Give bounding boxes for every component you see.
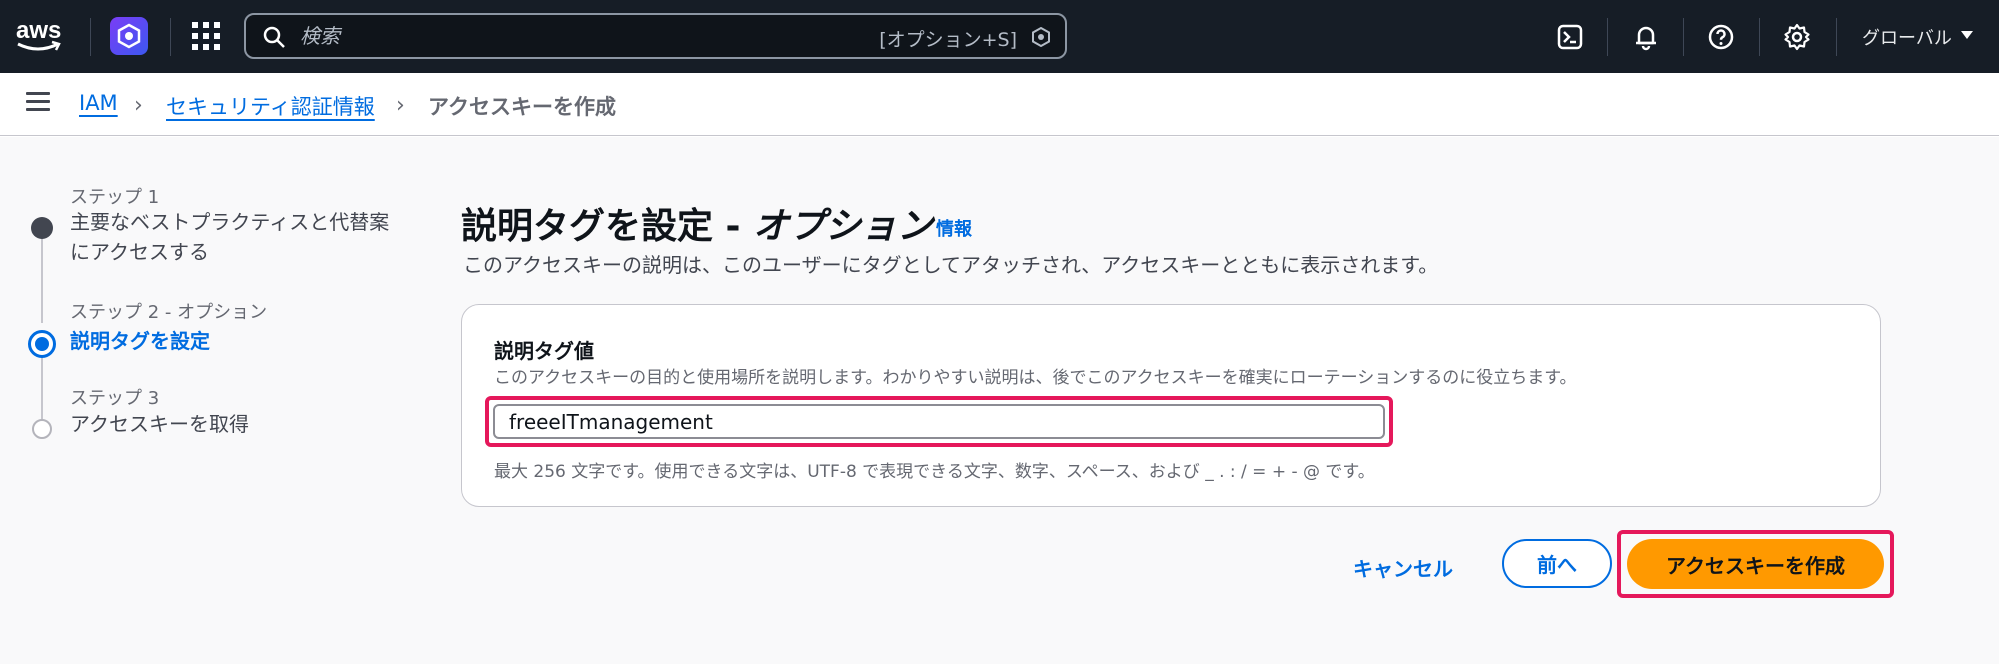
breadcrumb-iam[interactable]: IAM (79, 91, 118, 115)
previous-button[interactable]: 前へ (1502, 539, 1612, 588)
service-icon[interactable] (110, 17, 148, 55)
page-title-optional: オプション (753, 206, 934, 247)
menu-icon[interactable] (26, 92, 50, 112)
bell-icon[interactable] (1631, 22, 1661, 52)
step-1-title-line: 主要なベストプラクティスと代替案 (70, 210, 390, 234)
nav-divider (1607, 18, 1608, 56)
step-connector (41, 229, 43, 323)
step-3-number: ステップ 3 (70, 388, 160, 409)
step-active-dot (28, 330, 56, 358)
chevron-right-icon: › (134, 93, 143, 118)
step-completed-dot (31, 217, 53, 239)
main-content: ステップ 1 主要なベストプラクティスと代替案 にアクセスする ステップ 2 -… (0, 137, 1999, 664)
page-title-text: 説明タグを設定 - (461, 206, 754, 247)
nav-divider (1683, 18, 1684, 56)
step-2-title: 説明タグを設定 (70, 329, 210, 353)
aws-logo[interactable]: aws (14, 14, 66, 58)
description-tag-card: 説明タグ値 このアクセスキーの目的と使用場所を説明します。わかりやすい説明は、後… (461, 304, 1881, 507)
global-search[interactable]: [オプション+S] (244, 13, 1067, 59)
search-icon (263, 26, 285, 48)
help-icon[interactable] (1706, 22, 1736, 52)
gear-icon[interactable] (1782, 22, 1812, 52)
hexagon-icon (1032, 27, 1050, 47)
step-3-title: アクセスキーを取得 (70, 412, 249, 436)
info-link[interactable]: 情報 (936, 215, 972, 241)
step-1-title-line: にアクセスする (70, 240, 209, 264)
breadcrumb-security-credentials[interactable]: セキュリティ認証情報 (166, 91, 375, 121)
search-shortcut-hint: [オプション+S] (879, 29, 1017, 51)
nav-divider (1759, 18, 1760, 56)
page-title: 説明タグを設定 - オプション (461, 197, 933, 249)
breadcrumb-current: アクセスキーを作成 (428, 95, 616, 119)
breadcrumb-bar: IAM › セキュリティ認証情報 › アクセスキーを作成 (0, 73, 1999, 136)
aws-logo-text: aws (16, 17, 61, 44)
nav-divider (90, 18, 91, 56)
cancel-button[interactable]: キャンセル (1335, 545, 1471, 589)
step-1-number: ステップ 1 (70, 187, 160, 208)
highlight-frame: アクセスキーを作成 (1617, 530, 1894, 598)
step-2-number: ステップ 2 - オプション (70, 302, 268, 323)
field-constraint-hint: 最大 256 文字です。使用できる文字は、UTF-8 で表現できる文字、数字、ス… (494, 462, 1375, 482)
description-tag-input[interactable] (493, 404, 1385, 439)
nav-divider (170, 18, 171, 56)
page-description: このアクセスキーの説明は、このユーザーにタグとしてアタッチされ、アクセスキーとと… (463, 253, 1439, 277)
region-selector[interactable]: グローバル (1862, 24, 1952, 50)
step-connector (41, 347, 43, 425)
step-pending-dot (32, 419, 52, 439)
nav-divider (1836, 18, 1837, 56)
services-grid-icon[interactable] (192, 22, 220, 50)
create-access-key-button[interactable]: アクセスキーを作成 (1627, 539, 1884, 589)
field-label: 説明タグ値 (494, 339, 594, 363)
search-input[interactable] (300, 23, 800, 49)
caret-down-icon[interactable] (1961, 31, 1973, 39)
step-1-title[interactable]: 主要なベストプラクティスと代替案 にアクセスする (70, 207, 389, 267)
cloudshell-icon[interactable] (1555, 22, 1585, 52)
chevron-right-icon: › (396, 93, 405, 118)
field-description: このアクセスキーの目的と使用場所を説明します。わかりやすい説明は、後でこのアクセ… (494, 368, 1577, 388)
top-nav-bar: aws [オプション+S] (0, 0, 1999, 73)
highlight-frame (485, 396, 1393, 447)
